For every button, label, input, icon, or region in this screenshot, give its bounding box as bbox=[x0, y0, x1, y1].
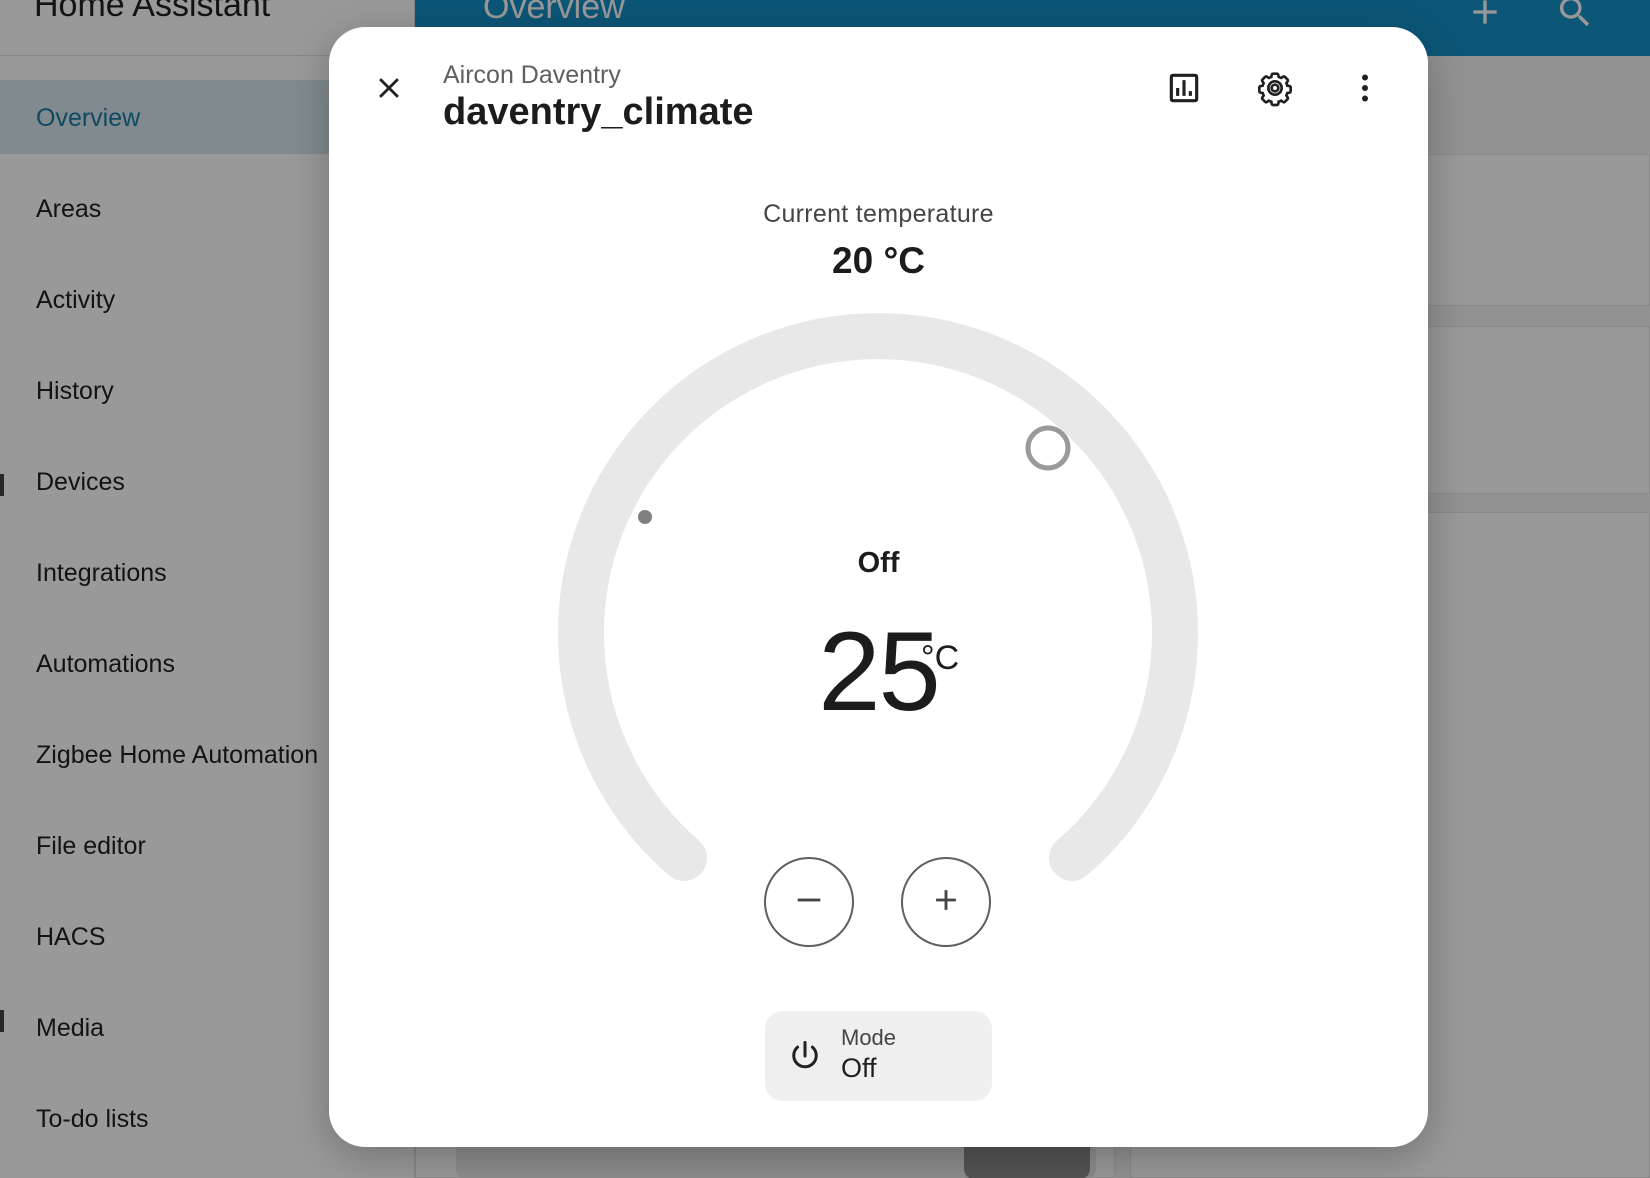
current-temperature-label: Current temperature bbox=[763, 200, 994, 228]
more-options-button[interactable] bbox=[1337, 62, 1393, 118]
dots-vertical-icon bbox=[1347, 70, 1383, 111]
plus-icon bbox=[929, 883, 963, 922]
power-icon bbox=[787, 1038, 823, 1074]
dialog-title: daventry_climate bbox=[443, 91, 754, 133]
gear-icon bbox=[1255, 68, 1295, 113]
climate-dialog: Aircon Daventry daventry_climate Current… bbox=[329, 27, 1428, 1147]
dial-track bbox=[558, 313, 1198, 881]
decrease-temperature-button[interactable] bbox=[764, 857, 854, 947]
target-temperature-unit: °C bbox=[921, 639, 960, 677]
mode-button[interactable]: Mode Off bbox=[765, 1011, 992, 1101]
mode-value: Off bbox=[841, 1053, 877, 1083]
history-button[interactable] bbox=[1156, 62, 1212, 118]
current-temperature-value: 20 °C bbox=[832, 240, 925, 281]
increase-temperature-button[interactable] bbox=[901, 857, 991, 947]
target-temperature-handle bbox=[1025, 425, 1071, 471]
chart-bar-icon bbox=[1165, 69, 1203, 112]
mode-label: Mode bbox=[841, 1025, 897, 1050]
close-button[interactable] bbox=[361, 62, 417, 118]
settings-button[interactable] bbox=[1247, 62, 1303, 118]
target-temperature: 25 °C bbox=[329, 607, 1428, 736]
thermostat-dial bbox=[558, 313, 1198, 881]
minus-icon bbox=[792, 883, 826, 922]
dialog-subtitle: Aircon Daventry bbox=[443, 61, 621, 89]
current-temperature-marker bbox=[638, 510, 652, 524]
close-icon bbox=[372, 71, 406, 110]
hvac-state: Off bbox=[857, 547, 900, 579]
